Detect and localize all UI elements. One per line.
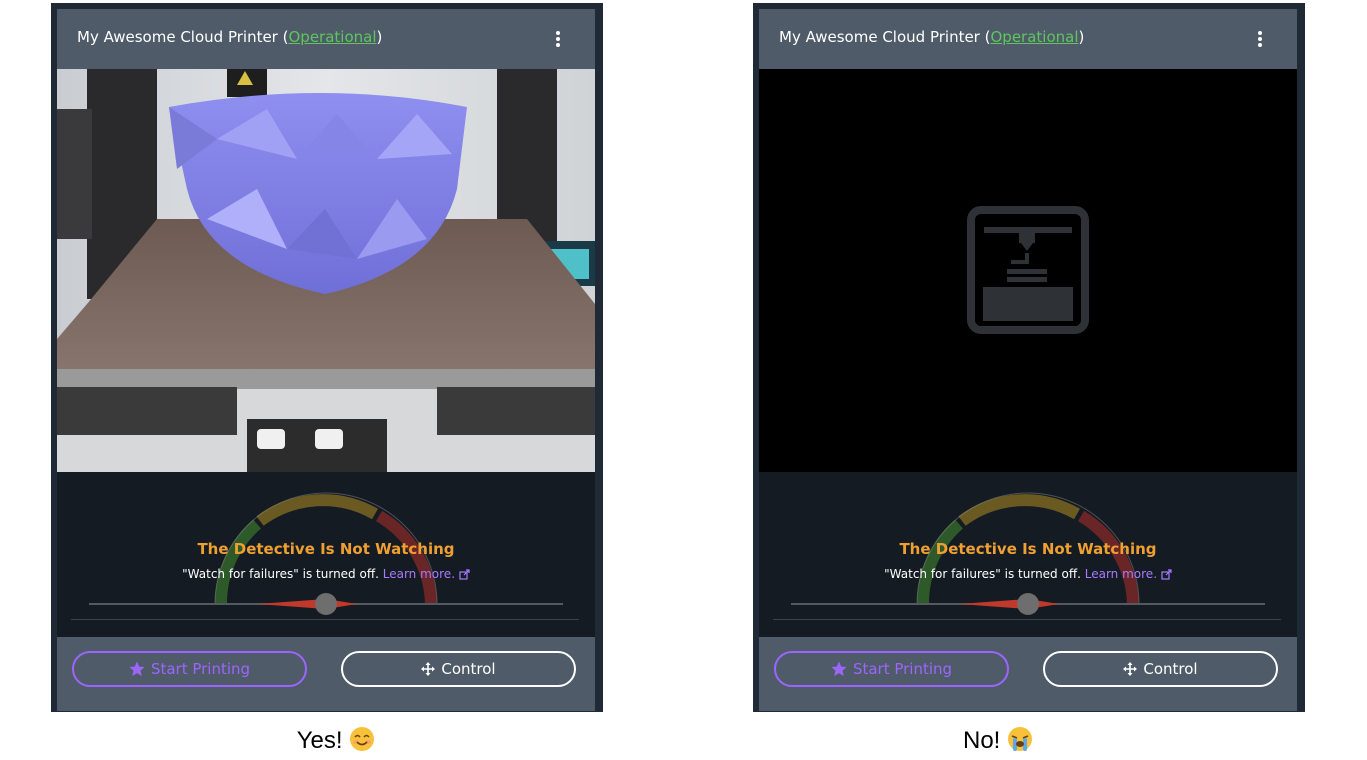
printer-name: My Awesome Cloud Printer ( bbox=[77, 28, 289, 46]
close-paren: ) bbox=[376, 28, 383, 46]
control-label: Control bbox=[441, 660, 496, 678]
status-link[interactable]: Operational bbox=[990, 28, 1078, 46]
printer-card: My Awesome Cloud Printer (Operational) T… bbox=[759, 9, 1297, 711]
card-header: My Awesome Cloud Printer (Operational) bbox=[759, 9, 1297, 69]
webcam-feed bbox=[759, 69, 1297, 472]
printer-card: My Awesome Cloud Printer (Operational) T… bbox=[57, 9, 595, 711]
move-arrows-icon bbox=[421, 662, 436, 676]
action-buttons: Start Printing Control bbox=[759, 637, 1297, 711]
detective-title: The Detective Is Not Watching bbox=[899, 540, 1157, 558]
caption-text: No! bbox=[962, 727, 1001, 754]
close-paren: ) bbox=[1078, 28, 1085, 46]
caption-no: No! bbox=[848, 726, 1148, 755]
start-printing-label: Start Printing bbox=[150, 660, 251, 678]
printer-photo bbox=[57, 69, 595, 472]
action-buttons: Start Printing Control bbox=[57, 637, 595, 711]
caption-yes: Yes! bbox=[186, 726, 486, 755]
control-button[interactable]: Control bbox=[1043, 651, 1278, 687]
control-button[interactable]: Control bbox=[341, 651, 576, 687]
printer-panel-no-feed: My Awesome Cloud Printer (Operational) T… bbox=[753, 3, 1305, 712]
detective-subtitle-text: "Watch for failures" is turned off. bbox=[182, 567, 379, 581]
smiling-face-icon bbox=[350, 727, 375, 751]
star-icon bbox=[129, 661, 145, 676]
external-link-icon bbox=[459, 569, 470, 580]
caption-text: Yes! bbox=[296, 727, 343, 754]
status-link[interactable]: Operational bbox=[288, 28, 376, 46]
start-printing-label: Start Printing bbox=[852, 660, 953, 678]
divider bbox=[71, 619, 579, 620]
detective-gauge-area: The Detective Is Not Watching "Watch for… bbox=[759, 472, 1297, 637]
detective-subtitle: "Watch for failures" is turned off. Lear… bbox=[759, 567, 1297, 581]
detective-title: The Detective Is Not Watching bbox=[197, 540, 455, 558]
printer-title: My Awesome Cloud Printer (Operational) bbox=[77, 28, 382, 46]
star-icon bbox=[831, 661, 847, 676]
printer-placeholder-icon bbox=[967, 206, 1089, 334]
learn-more-link[interactable]: Learn more. bbox=[1085, 567, 1157, 581]
move-arrows-icon bbox=[1123, 662, 1138, 676]
printer-title: My Awesome Cloud Printer (Operational) bbox=[779, 28, 1084, 46]
kebab-menu-icon[interactable] bbox=[551, 29, 565, 49]
kebab-menu-icon[interactable] bbox=[1253, 29, 1267, 49]
printer-panel-live: My Awesome Cloud Printer (Operational) T… bbox=[51, 3, 603, 712]
external-link-icon bbox=[1161, 569, 1172, 580]
divider bbox=[773, 619, 1281, 620]
printer-name: My Awesome Cloud Printer ( bbox=[779, 28, 991, 46]
control-label: Control bbox=[1143, 660, 1198, 678]
card-header: My Awesome Cloud Printer (Operational) bbox=[57, 9, 595, 69]
start-printing-button[interactable]: Start Printing bbox=[72, 651, 307, 687]
detective-gauge-area: The Detective Is Not Watching "Watch for… bbox=[57, 472, 595, 637]
detective-subtitle-text: "Watch for failures" is turned off. bbox=[884, 567, 1081, 581]
crying-face-icon bbox=[1008, 727, 1033, 751]
learn-more-link[interactable]: Learn more. bbox=[383, 567, 455, 581]
webcam-feed bbox=[57, 69, 595, 472]
start-printing-button[interactable]: Start Printing bbox=[774, 651, 1009, 687]
detective-subtitle: "Watch for failures" is turned off. Lear… bbox=[57, 567, 595, 581]
